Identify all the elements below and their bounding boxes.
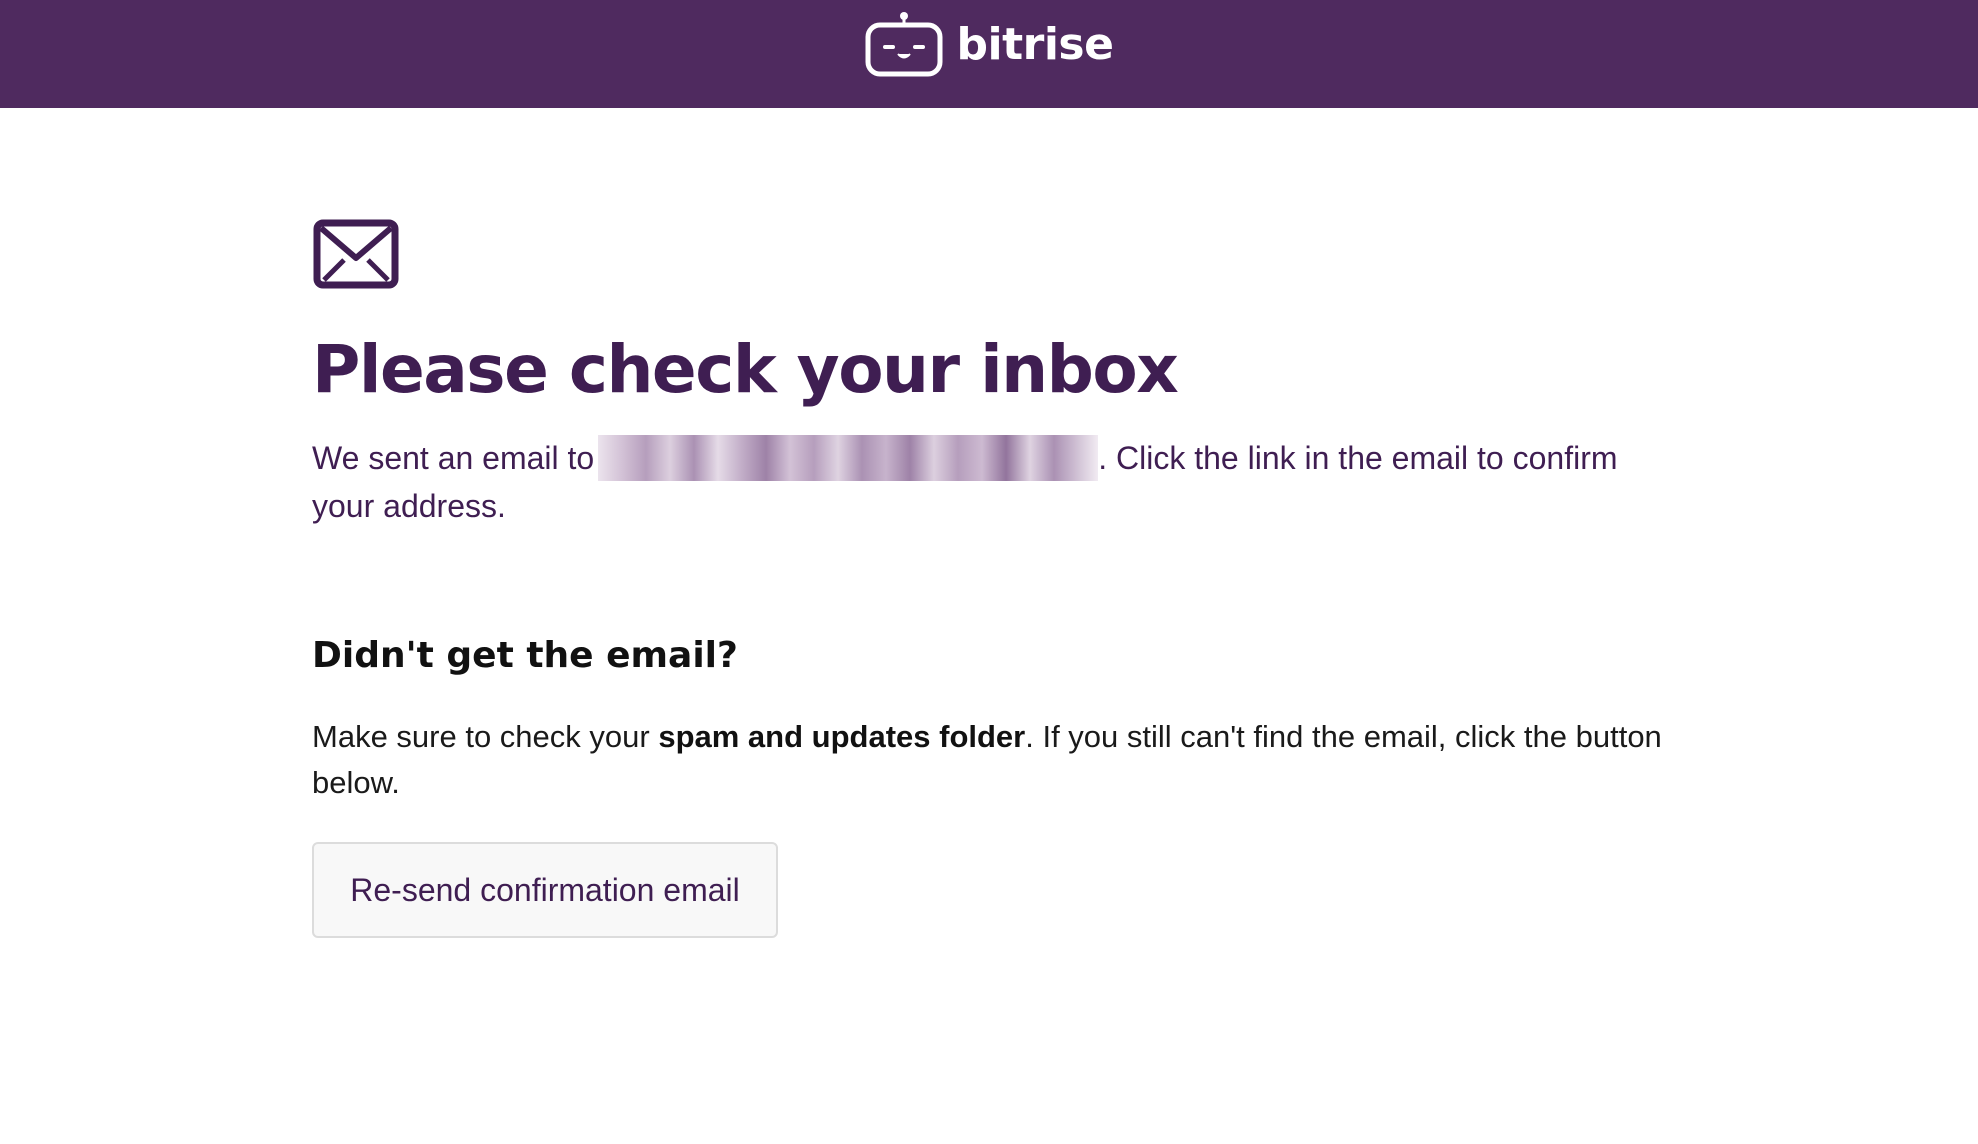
intro-prefix: We sent an email to [312,440,595,476]
envelope-icon [313,219,399,289]
redacted-email-address [598,435,1099,481]
brand-name: bitrise [956,18,1114,70]
main-content: Please check your inbox We sent an email… [312,218,1672,938]
intro-text: We sent an email to. Click the link in t… [312,434,1672,530]
top-bar: bitrise [0,0,1978,108]
help-text: Make sure to check your spam and updates… [312,714,1672,806]
help-text-bold: spam and updates folder [658,719,1026,754]
resend-confirmation-button[interactable]: Re-send confirmation email [312,842,778,938]
bitrise-logo-link[interactable]: bitrise [865,11,1114,77]
help-heading: Didn't get the email? [312,635,738,676]
help-text-before: Make sure to check your [312,719,659,754]
bitrise-robot-icon [865,12,943,77]
page-title: Please check your inbox [312,331,1179,408]
